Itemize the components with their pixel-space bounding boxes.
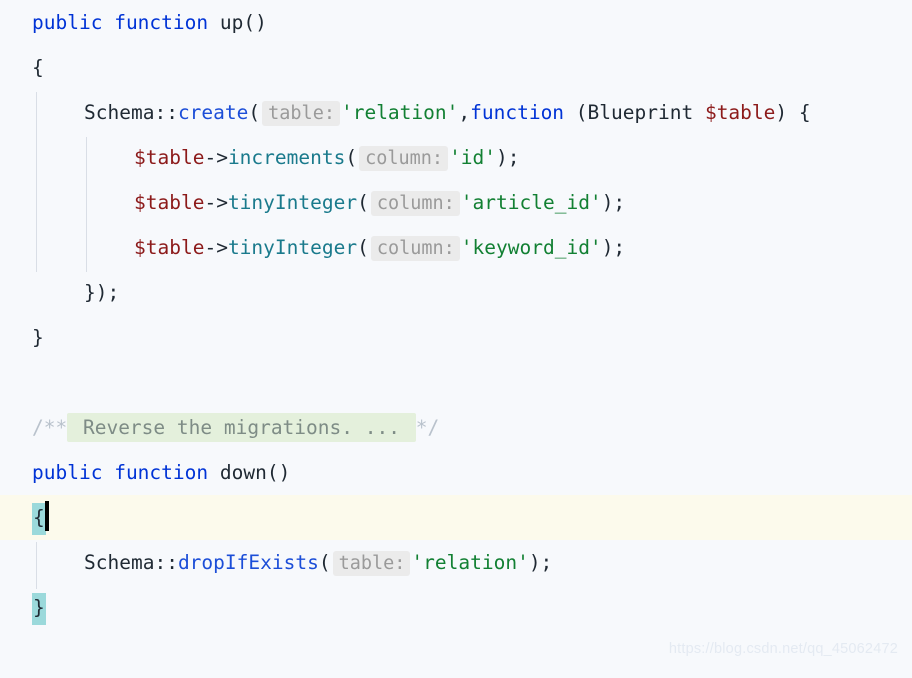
string-relation: 'relation' — [411, 551, 529, 574]
code-line-15[interactable]: } — [0, 585, 912, 630]
scope-operator: :: — [154, 551, 178, 574]
type-blueprint: Blueprint — [587, 101, 694, 124]
string-id: 'id' — [449, 146, 497, 169]
close-brace-up: } — [32, 326, 44, 349]
keyword-public: public — [32, 11, 103, 34]
code-line-12[interactable]: public function down() — [0, 450, 912, 495]
string-keyword-id: 'keyword_id' — [460, 236, 602, 259]
closure-close: ) { — [775, 101, 811, 124]
variable-table: $table — [134, 191, 205, 214]
close-paren-semicolon: ); — [601, 191, 626, 214]
param-hint-column: column: — [359, 146, 449, 171]
code-line-10-blank[interactable] — [0, 360, 912, 405]
open-paren: ( — [248, 101, 261, 124]
comma: , — [458, 101, 471, 124]
close-brace-down-matched: } — [32, 593, 46, 625]
open-paren: ( — [357, 236, 369, 259]
method-name-down: down — [219, 461, 267, 484]
variable-table-param: $table — [704, 101, 776, 124]
class-schema: Schema — [84, 551, 155, 574]
method-name-up: up — [219, 11, 244, 34]
method-tinyinteger: tinyInteger — [227, 191, 358, 214]
string-relation: 'relation' — [340, 101, 459, 124]
param-hint-table: table: — [332, 551, 411, 576]
string-article-id: 'article_id' — [460, 191, 602, 214]
scope-operator: :: — [154, 101, 178, 124]
code-line-11-folded-comment[interactable]: /** Reverse the migrations. ... */ — [0, 405, 912, 450]
code-line-14[interactable]: Schema::dropIfExists(table:'relation'); — [0, 540, 912, 585]
variable-table: $table — [134, 146, 205, 169]
comment-open-marker: /** — [32, 416, 68, 439]
close-paren-semicolon: ); — [528, 551, 553, 574]
keyword-function: function — [114, 461, 209, 484]
close-paren-semicolon: ); — [601, 236, 626, 259]
code-editor[interactable]: public function up() { Schema::create(ta… — [0, 0, 912, 678]
code-line-4[interactable]: Schema::create(table:'relation',function… — [0, 90, 912, 135]
variable-table: $table — [134, 236, 205, 259]
closure-open-paren: ( — [564, 101, 588, 124]
method-tinyinteger: tinyInteger — [227, 236, 358, 259]
comment-close-marker: */ — [415, 416, 440, 439]
open-paren: ( — [318, 551, 331, 574]
watermark-text: https://blog.csdn.net/qq_45062472 — [668, 641, 898, 657]
class-schema: Schema — [84, 101, 155, 124]
method-increments: increments — [227, 146, 346, 169]
open-brace-down-matched: { — [32, 503, 46, 535]
arrow-operator: -> — [204, 236, 228, 259]
keyword-function-closure: function — [470, 101, 565, 124]
folded-comment-region[interactable]: Reverse the migrations. ... — [67, 413, 416, 442]
method-create: create — [177, 101, 249, 124]
text-caret — [44, 501, 49, 531]
open-brace-up: { — [32, 56, 44, 79]
open-paren: ( — [345, 146, 358, 169]
parens: () — [266, 461, 291, 484]
code-line-7[interactable]: $table->tinyInteger(column:'keyword_id')… — [0, 225, 912, 270]
code-line-9[interactable]: } — [0, 315, 912, 360]
param-hint-table: table: — [262, 101, 340, 126]
code-line-8[interactable]: }); — [0, 270, 912, 315]
close-paren-semicolon: ); — [496, 146, 520, 169]
method-dropifexists: dropIfExists — [177, 551, 319, 574]
code-line-13-current[interactable]: { — [0, 495, 912, 540]
code-line-1[interactable]: public function up() — [0, 0, 912, 45]
open-paren: ( — [357, 191, 369, 214]
code-line-5[interactable]: $table->increments(column:'id'); — [0, 135, 912, 180]
param-hint-column: column: — [370, 236, 460, 261]
code-line-6[interactable]: $table->tinyInteger(column:'article_id')… — [0, 180, 912, 225]
keyword-function: function — [114, 11, 209, 34]
param-hint-column: column: — [370, 191, 460, 216]
keyword-public: public — [32, 461, 103, 484]
closure-end: }); — [84, 281, 120, 304]
arrow-operator: -> — [204, 191, 228, 214]
arrow-operator: -> — [204, 146, 228, 169]
parens: () — [243, 11, 267, 34]
code-line-2[interactable]: { — [0, 45, 912, 90]
